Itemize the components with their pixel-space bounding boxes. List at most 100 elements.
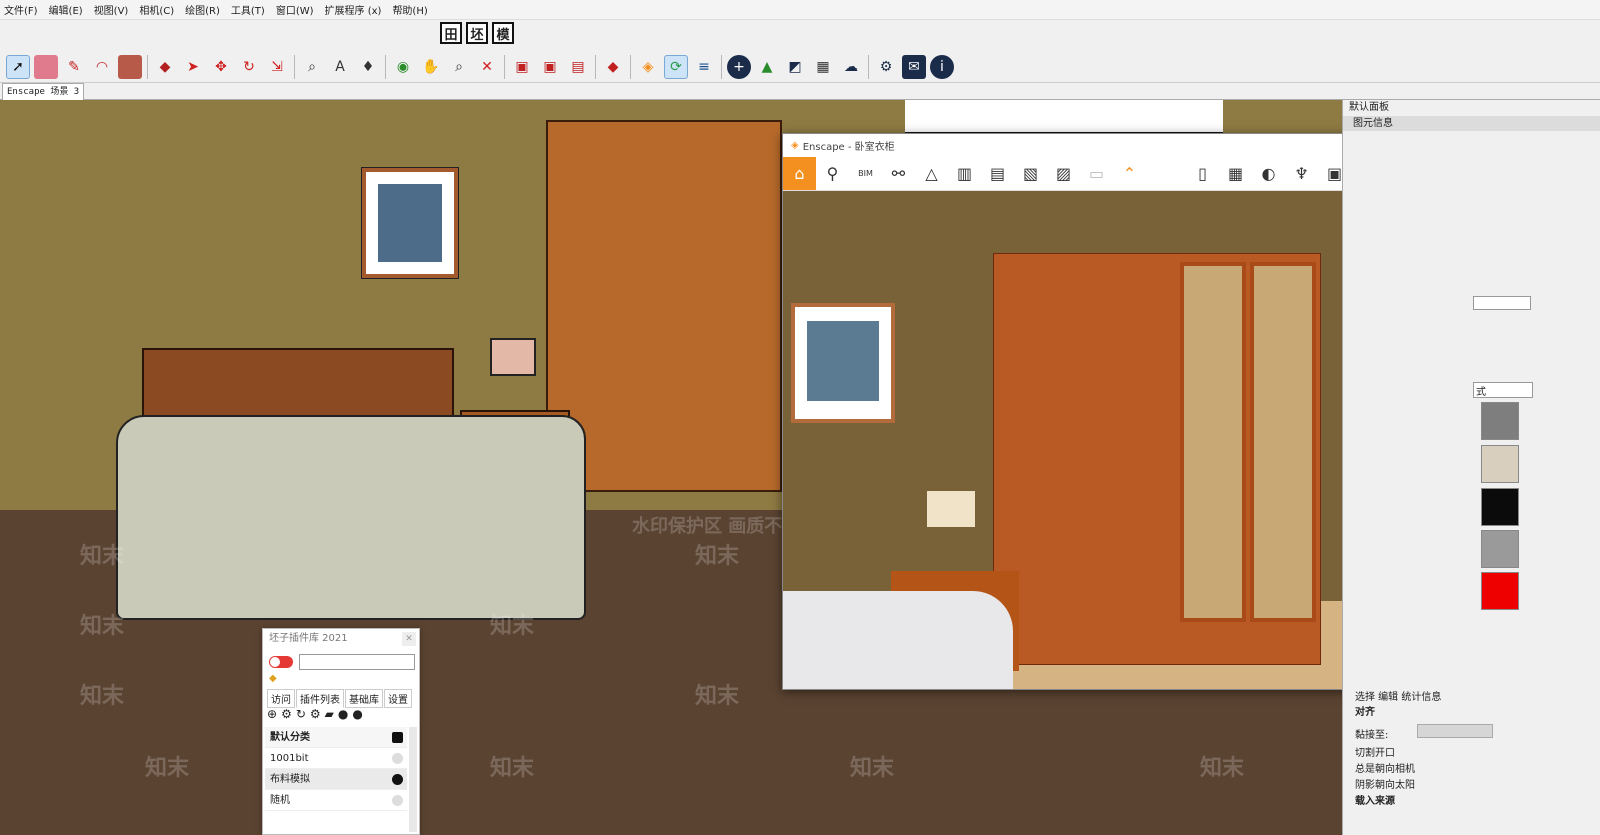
route-icon[interactable]: ⚲ — [816, 157, 849, 190]
extension-warehouse-icon[interactable]: ▣ — [538, 55, 562, 79]
scrollbar[interactable] — [409, 727, 417, 832]
material-swatch[interactable] — [1481, 488, 1519, 526]
menu-camera[interactable]: 相机(C) — [139, 2, 174, 17]
tree-icon[interactable]: ▲ — [755, 55, 779, 79]
move-icon[interactable]: ✥ — [209, 55, 233, 79]
material-swatch[interactable] — [1481, 402, 1519, 440]
orbit-icon[interactable]: ◉ — [391, 55, 415, 79]
home-icon[interactable]: ⌂ — [783, 156, 816, 190]
batch-render-icon[interactable]: ▨ — [1047, 157, 1080, 190]
menu-edit[interactable]: 编辑(E) — [49, 2, 83, 17]
pano-icon[interactable]: ▭ — [1080, 157, 1113, 190]
asset-icon[interactable]: ♆ — [1285, 157, 1318, 190]
map-icon[interactable]: ▯ — [1186, 157, 1219, 190]
text-icon[interactable]: A — [328, 55, 352, 79]
material-swatch[interactable] — [1481, 530, 1519, 568]
pan-icon[interactable]: ✋ — [419, 55, 443, 79]
push-pull-icon[interactable]: ◆ — [153, 55, 177, 79]
enscape-logo-icon[interactable]: ◈ — [636, 55, 660, 79]
folder-icon[interactable]: ▰ — [325, 707, 334, 721]
rectangle-tool-icon[interactable] — [118, 54, 142, 79]
checker-icon[interactable]: ▦ — [811, 55, 835, 79]
gear-icon[interactable]: ⚙ — [874, 55, 898, 79]
list-item[interactable]: 随机 — [265, 790, 407, 811]
cut-opening-checkbox[interactable]: 切割开口 — [1355, 744, 1395, 759]
select-tool-icon[interactable]: ➚ — [6, 54, 30, 79]
tab-base-library[interactable]: 基础库 — [345, 689, 383, 708]
section-icon[interactable]: ◐ — [1252, 157, 1285, 190]
material-icon[interactable]: ◩ — [783, 55, 807, 79]
list-item[interactable]: 布料模拟 — [265, 769, 407, 790]
power-toggle[interactable] — [269, 656, 293, 668]
menu-help[interactable]: 帮助(H) — [392, 2, 427, 17]
export-icon[interactable]: ▦ — [1219, 157, 1252, 190]
close-icon[interactable]: ✕ — [402, 632, 416, 646]
eraser-tool-icon[interactable] — [34, 54, 58, 79]
gear-icon[interactable]: ⚙ — [281, 707, 292, 721]
shadows-face-sun-checkbox[interactable]: 阴影朝向太阳 — [1355, 776, 1415, 791]
walk-icon[interactable]: △ — [915, 157, 948, 190]
face-camera-checkbox[interactable]: 总是朝向相机 — [1355, 760, 1415, 775]
enscape-logo-icon: ◈ — [791, 139, 799, 151]
scale-icon[interactable]: ⇲ — [265, 55, 289, 79]
screenshot-icon[interactable]: ▧ — [1014, 157, 1047, 190]
tray-header: 默认面板 — [1343, 100, 1600, 116]
name-input[interactable] — [1473, 296, 1531, 310]
material-swatch[interactable] — [1481, 445, 1519, 483]
ruby-icon[interactable]: ◆ — [601, 55, 625, 79]
blank-button[interactable]: 坯 — [466, 22, 488, 44]
glue-to-dropdown[interactable] — [1417, 724, 1493, 738]
rotate-icon[interactable]: ↻ — [237, 55, 261, 79]
menu-tools[interactable]: 工具(T) — [231, 2, 265, 17]
add-icon[interactable]: + — [727, 54, 751, 79]
download-icon[interactable]: ● — [338, 707, 348, 721]
zoom-icon[interactable]: ⌕ — [447, 55, 471, 79]
arc-tool-icon[interactable]: ◠ — [90, 55, 114, 79]
chevron-up-icon[interactable]: ⌃ — [1113, 157, 1146, 190]
add-icon[interactable]: ⊕ — [267, 707, 277, 721]
render-painting — [791, 303, 895, 423]
menu-draw[interactable]: 绘图(R) — [185, 2, 220, 17]
cloud-upload-icon[interactable]: ☁ — [839, 55, 863, 79]
mail-icon[interactable]: ✉ — [902, 54, 926, 79]
menu-window[interactable]: 窗口(W) — [276, 2, 314, 17]
scene-tab[interactable]: Enscape 场景 3 — [2, 83, 85, 100]
menu-file[interactable]: 文件(F) — [4, 2, 38, 17]
tape-measure-icon[interactable]: ⌕ — [300, 55, 324, 79]
follow-me-icon[interactable]: ➤ — [181, 55, 205, 79]
list-item[interactable]: 1001bit — [265, 748, 407, 769]
enscape-sync-icon[interactable]: ≡ — [692, 55, 716, 79]
tab-visit[interactable]: 访问 — [267, 689, 295, 708]
menu-extensions[interactable]: 扩展程序 (x) — [325, 2, 382, 17]
info-icon[interactable]: i — [930, 54, 954, 79]
render-bed — [783, 591, 1013, 689]
play-icon[interactable]: ● — [352, 707, 362, 721]
clapper-icon[interactable]: ▤ — [981, 157, 1014, 190]
toolbar-separator — [630, 54, 631, 79]
menu-bar: 文件(F) 编辑(E) 视图(V) 相机(C) 绘图(R) 工具(T) 窗口(W… — [0, 0, 1600, 20]
render-lamp — [927, 491, 975, 527]
building-icon[interactable]: ▥ — [948, 157, 981, 190]
watermark-brand: 知末 — [145, 756, 190, 781]
bim-icon[interactable]: BIM — [849, 157, 882, 190]
style-dropdown[interactable]: 式 — [1473, 382, 1533, 398]
pencil-tool-icon[interactable]: ✎ — [62, 55, 86, 79]
plugin-search-input[interactable] — [299, 654, 415, 670]
paint-bucket-icon[interactable]: ♦ — [356, 55, 380, 79]
settings-icon[interactable]: ⚙ — [310, 707, 321, 721]
material-swatch[interactable] — [1481, 572, 1519, 610]
enscape-live-update-icon[interactable]: ⟳ — [664, 54, 688, 79]
component-tabs[interactable]: 选择 编辑 统计信息 — [1355, 688, 1441, 703]
send-to-layout-icon[interactable]: ▤ — [566, 55, 590, 79]
list-item[interactable]: 默认分类 — [265, 727, 407, 748]
refresh-icon[interactable]: ↻ — [296, 707, 306, 721]
tab-settings[interactable]: 设置 — [384, 689, 412, 708]
model-button[interactable]: 模 — [492, 22, 514, 44]
zoom-extents-icon[interactable]: ✕ — [475, 55, 499, 79]
binoculars-icon[interactable]: ⚯ — [882, 157, 915, 190]
menu-view[interactable]: 视图(V) — [94, 2, 129, 17]
grid-button[interactable]: 田 — [440, 22, 462, 44]
tab-plugin-list[interactable]: 插件列表 — [296, 689, 344, 708]
warehouse-icon[interactable]: ▣ — [510, 55, 534, 79]
entity-info-section[interactable]: 图元信息 — [1343, 116, 1600, 131]
